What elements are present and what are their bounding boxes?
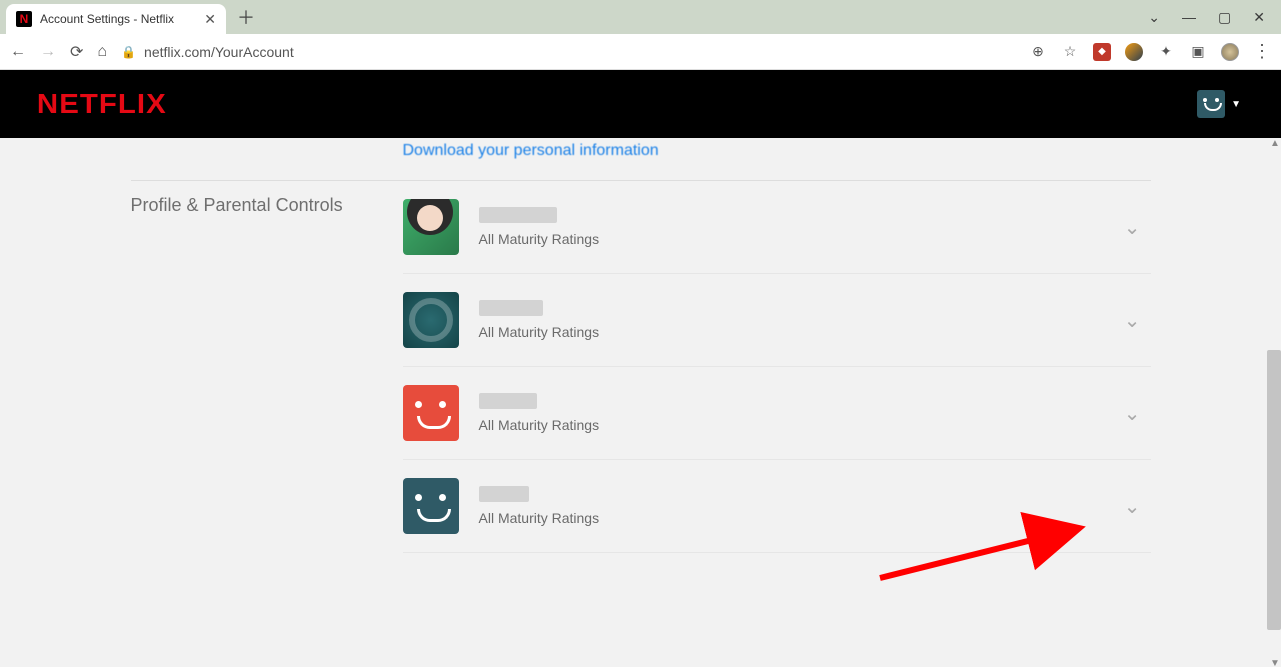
panel-icon[interactable]: ▣ xyxy=(1189,43,1207,61)
forward-button[interactable]: → xyxy=(40,43,56,61)
bookmark-star-icon[interactable]: ☆ xyxy=(1061,43,1079,61)
section-title: Profile & Parental Controls xyxy=(131,195,403,553)
shield-icon[interactable]: ◆ xyxy=(1093,43,1111,61)
chevron-down-icon[interactable]: ⌄ xyxy=(1114,401,1151,426)
profile-avatar-icon xyxy=(1197,90,1225,118)
translate-icon[interactable]: ⊕ xyxy=(1029,43,1047,61)
page-content: NETFLIX ▼ Download your personal informa… xyxy=(0,70,1281,667)
chrome-profile-avatar[interactable] xyxy=(1221,43,1239,61)
profile-row[interactable]: All Maturity Ratings⌄ xyxy=(403,274,1151,367)
profile-menu[interactable]: ▼ xyxy=(1197,90,1241,118)
back-button[interactable]: ← xyxy=(10,43,26,61)
profile-info: All Maturity Ratings xyxy=(479,486,1114,526)
profiles-list: All Maturity Ratings⌄All Maturity Rating… xyxy=(403,195,1151,553)
chevron-down-icon[interactable]: ⌄ xyxy=(1114,494,1151,519)
browser-tab[interactable]: N Account Settings - Netflix ✕ xyxy=(6,4,226,34)
profile-parental-section: Profile & Parental Controls All Maturity… xyxy=(131,180,1151,553)
new-tab-button[interactable]: ＋ xyxy=(232,3,260,31)
profile-avatar xyxy=(403,478,459,534)
profile-maturity: All Maturity Ratings xyxy=(479,510,1114,526)
browser-toolbar: ← → ⟳ ⌂ 🔒 netflix.com/YourAccount ⊕ ☆ ◆ … xyxy=(0,34,1281,70)
chevron-down-icon[interactable]: ⌄ xyxy=(1114,215,1151,240)
profile-name-redacted xyxy=(479,300,543,316)
profile-name-redacted xyxy=(479,207,557,223)
profile-maturity: All Maturity Ratings xyxy=(479,231,1114,247)
tab-close-button[interactable]: ✕ xyxy=(204,11,216,28)
netflix-header: NETFLIX ▼ xyxy=(0,70,1281,138)
caret-down-icon: ▼ xyxy=(1231,99,1241,110)
profile-row[interactable]: All Maturity Ratings⌄ xyxy=(403,195,1151,274)
window-controls: ⌄ — ▢ ✕ xyxy=(1148,9,1275,26)
profile-row[interactable]: All Maturity Ratings⌄ xyxy=(403,367,1151,460)
chevron-down-icon[interactable]: ⌄ xyxy=(1114,308,1151,333)
profile-info: All Maturity Ratings xyxy=(479,207,1114,247)
window-minimize-button[interactable]: — xyxy=(1182,9,1196,26)
scrollbar-thumb[interactable] xyxy=(1267,350,1281,630)
profile-info: All Maturity Ratings xyxy=(479,300,1114,340)
netflix-logo[interactable]: NETFLIX xyxy=(37,88,167,120)
chrome-menu-button[interactable]: ⋮ xyxy=(1253,41,1271,62)
address-bar[interactable]: 🔒 netflix.com/YourAccount xyxy=(121,44,1015,60)
window-maximize-button[interactable]: ▢ xyxy=(1218,9,1231,26)
browser-titlebar: N Account Settings - Netflix ✕ ＋ ⌄ — ▢ ✕ xyxy=(0,0,1281,34)
account-content: Download your personal information Profi… xyxy=(121,142,1161,553)
profile-avatar xyxy=(403,385,459,441)
profile-name-redacted xyxy=(479,486,529,502)
scrollbar[interactable]: ▲ ▼ xyxy=(1267,140,1281,667)
window-close-button[interactable]: ✕ xyxy=(1253,9,1265,26)
profile-name-redacted xyxy=(479,393,537,409)
profile-maturity: All Maturity Ratings xyxy=(479,324,1114,340)
lock-icon: 🔒 xyxy=(121,45,136,59)
download-personal-info-link[interactable]: Download your personal information xyxy=(403,142,1151,160)
profile-maturity: All Maturity Ratings xyxy=(479,417,1114,433)
home-button[interactable]: ⌂ xyxy=(97,43,107,61)
url-text: netflix.com/YourAccount xyxy=(144,44,294,60)
tab-favicon: N xyxy=(16,11,32,27)
tab-title: Account Settings - Netflix xyxy=(40,12,196,26)
scroll-down-icon[interactable]: ▼ xyxy=(1270,658,1280,667)
chevron-down-icon[interactable]: ⌄ xyxy=(1148,9,1160,26)
profile-row[interactable]: All Maturity Ratings⌄ xyxy=(403,460,1151,553)
scroll-up-icon[interactable]: ▲ xyxy=(1270,138,1280,149)
extensions-area: ⊕ ☆ ◆ ✦ ▣ ⋮ xyxy=(1029,41,1271,62)
extensions-puzzle-icon[interactable]: ✦ xyxy=(1157,43,1175,61)
profile-avatar xyxy=(403,199,459,255)
profile-avatar xyxy=(403,292,459,348)
reload-button[interactable]: ⟳ xyxy=(70,42,83,62)
extension-round-icon[interactable] xyxy=(1125,43,1143,61)
profile-info: All Maturity Ratings xyxy=(479,393,1114,433)
